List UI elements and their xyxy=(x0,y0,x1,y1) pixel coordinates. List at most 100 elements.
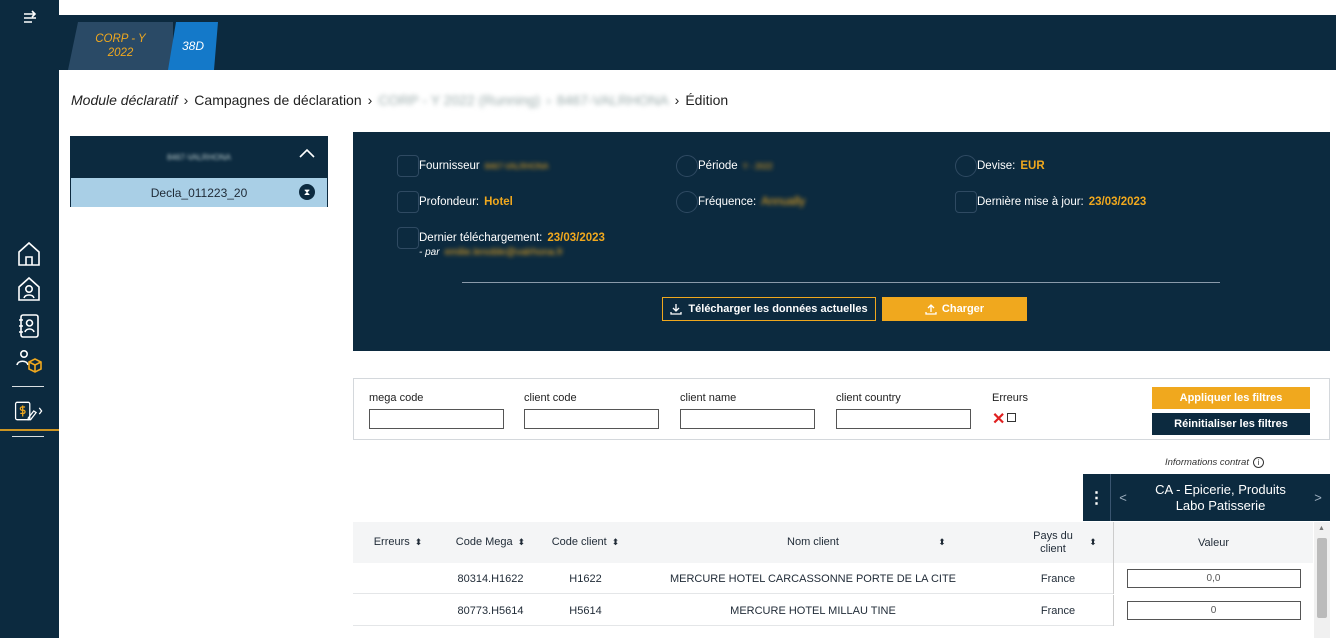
profondeur-value: Hotel xyxy=(484,196,513,208)
periode-label: Période xyxy=(698,160,738,172)
tab-campaign-line1: CORP - Y xyxy=(95,33,146,45)
layers-icon xyxy=(397,191,419,213)
breadcrumb-campaigns[interactable]: Campagnes de déclaration xyxy=(194,92,361,108)
par-label: - par xyxy=(419,247,440,258)
filter-client-name-input[interactable] xyxy=(680,409,815,429)
currency-icon xyxy=(955,155,977,177)
declaration-panel: 8467-VALRHONA Decla_011223_20 ⧗ xyxy=(70,136,328,207)
breadcrumb-module[interactable]: Module déclaratif xyxy=(71,92,178,108)
col-valeur: Valeur xyxy=(1113,522,1313,563)
contract-title: CA - Epicerie, Produits Labo Patisserie xyxy=(1135,482,1306,514)
fournisseur-label: Fournisseur xyxy=(419,160,480,172)
reset-filters-button[interactable]: Réinitialiser les filtres xyxy=(1152,413,1310,435)
breadcrumb-sep: › xyxy=(674,92,680,108)
breadcrumb-current: Édition xyxy=(685,92,729,108)
table-row[interactable]: 80773.H5614 H5614 MERCURE HOTEL MILLAU T… xyxy=(353,595,1113,626)
home-icon[interactable] xyxy=(14,239,44,269)
contacts-book-icon[interactable] xyxy=(14,311,44,341)
scrollbar[interactable]: ▲ xyxy=(1314,522,1330,638)
contract-title-line2: Labo Patisserie xyxy=(1175,497,1266,513)
sort-icon[interactable]: ⬍ xyxy=(518,536,526,549)
chevron-right-icon[interactable]: > xyxy=(1306,490,1330,505)
info-devise: Devise: EUR xyxy=(955,155,1045,177)
contract-title-line1: CA - Epicerie, Produits xyxy=(1155,481,1286,497)
col-errors-label: Erreurs xyxy=(373,536,410,548)
download-button[interactable]: Télécharger les données actuelles xyxy=(662,297,876,321)
cell-nom-client: MERCURE HOTEL MILLAU TINE xyxy=(730,604,896,617)
sort-icon[interactable]: ⬍ xyxy=(415,536,423,549)
frequence-value: Annually xyxy=(761,196,806,208)
scroll-up-icon[interactable]: ▲ xyxy=(1318,525,1325,532)
info-profondeur: Profondeur: Hotel xyxy=(397,191,513,213)
sort-icon[interactable]: ⬍ xyxy=(1083,522,1103,563)
valeur-input[interactable]: 0,0 xyxy=(1126,569,1301,588)
calendar-icon xyxy=(397,227,419,249)
download-icon xyxy=(670,304,683,315)
filter-mega-code-input[interactable] xyxy=(369,409,504,429)
col-pays-label-1: Pays du xyxy=(1033,529,1073,542)
filter-errors-checkbox[interactable] xyxy=(1007,413,1016,422)
col-errors[interactable]: Erreurs ⬍ xyxy=(363,522,433,563)
declaration-panel-header[interactable]: 8467-VALRHONA xyxy=(71,137,327,178)
filter-client-country-input[interactable] xyxy=(836,409,971,429)
declaration-item[interactable]: Decla_011223_20 ⧗ xyxy=(71,178,327,207)
info-divider xyxy=(462,282,1220,283)
frequence-label: Fréquence: xyxy=(698,196,757,208)
clock-icon xyxy=(676,155,698,177)
info-panel: Fournisseur 8467-VALRHONA Période Y - 20… xyxy=(353,132,1330,351)
refresh-icon xyxy=(676,191,698,213)
rail-divider xyxy=(12,436,44,437)
scrollbar-thumb[interactable] xyxy=(1317,538,1327,618)
sort-icon[interactable]: ⬍ xyxy=(931,522,953,563)
info-periode: Période Y - 2022 xyxy=(676,155,773,177)
filters-bar: mega code client code client name client… xyxy=(353,378,1330,440)
periode-value: Y - 2022 xyxy=(742,161,773,171)
cell-pays: France xyxy=(1040,572,1076,585)
profondeur-label: Profondeur: xyxy=(419,196,480,208)
filter-client-code-input[interactable] xyxy=(524,409,659,429)
col-nom-client-label: Nom client xyxy=(787,536,839,548)
chevron-left-icon[interactable]: < xyxy=(1111,490,1135,505)
fournisseur-value: 8467-VALRHONA xyxy=(484,161,549,171)
info-telechargement: Dernier téléchargement: 23/03/2023 xyxy=(397,227,605,249)
col-code-client[interactable]: Code client ⬍ xyxy=(548,522,623,563)
cell-code-client: H1622 xyxy=(569,572,602,585)
info-frequence: Fréquence: Annually xyxy=(676,191,806,213)
declaration-supplier: 8467-VALRHONA xyxy=(167,153,231,162)
tab-code[interactable]: 38D xyxy=(168,22,218,70)
user-box-icon[interactable] xyxy=(14,346,44,376)
col-nom-client[interactable]: Nom client xyxy=(653,522,973,563)
valeur-input[interactable]: 0 xyxy=(1126,601,1301,620)
kebab-menu-icon[interactable]: ⋮ xyxy=(1083,474,1111,521)
info-icon[interactable]: i xyxy=(1252,457,1264,468)
filter-client-code-label: client code xyxy=(524,392,577,404)
tab-campaign[interactable]: CORP - Y 2022 xyxy=(68,22,173,70)
info-fournisseur: Fournisseur 8467-VALRHONA xyxy=(397,155,549,177)
rail-divider xyxy=(12,386,44,387)
contract-info[interactable]: Informations contrat i xyxy=(1165,457,1264,468)
cell-code-client: H5614 xyxy=(569,604,602,617)
declaration-icon[interactable] xyxy=(14,396,44,426)
upload-button[interactable]: Charger xyxy=(882,297,1027,321)
chevron-up-icon[interactable] xyxy=(299,148,315,158)
table-row[interactable]: 80314.H1622 H1622 MERCURE HOTEL CARCASSO… xyxy=(353,563,1113,594)
menu-toggle-icon[interactable] xyxy=(15,2,45,32)
truck-icon xyxy=(397,155,419,177)
col-pays-label-2: client xyxy=(1040,542,1066,555)
user-home-icon[interactable] xyxy=(14,274,44,304)
left-rail xyxy=(0,0,59,638)
hourglass-icon: ⧗ xyxy=(299,184,315,200)
error-x-icon: ✕ xyxy=(992,411,1006,428)
download-button-label: Télécharger les données actuelles xyxy=(688,303,868,315)
filter-errors-label: Erreurs xyxy=(992,392,1029,404)
col-code-mega[interactable]: Code Mega ⬍ xyxy=(448,522,533,563)
apply-filters-button[interactable]: Appliquer les filtres xyxy=(1152,387,1310,409)
sort-icon[interactable]: ⬍ xyxy=(612,536,620,549)
par-value: emilie.lenoble@valrhona.fr xyxy=(444,247,564,258)
breadcrumb-campaign[interactable]: CORP - Y 2022 (Running) xyxy=(378,92,540,108)
cell-nom-client: MERCURE HOTEL CARCASSONNE PORTE DE LA CI… xyxy=(669,572,957,585)
breadcrumb-supplier[interactable]: 8467-VALRHONA xyxy=(557,92,669,108)
col-code-mega-label: Code Mega xyxy=(455,536,513,548)
col-pays[interactable]: Pays du client xyxy=(1028,522,1078,563)
cell-code-mega: 80773.H5614 xyxy=(457,604,524,617)
